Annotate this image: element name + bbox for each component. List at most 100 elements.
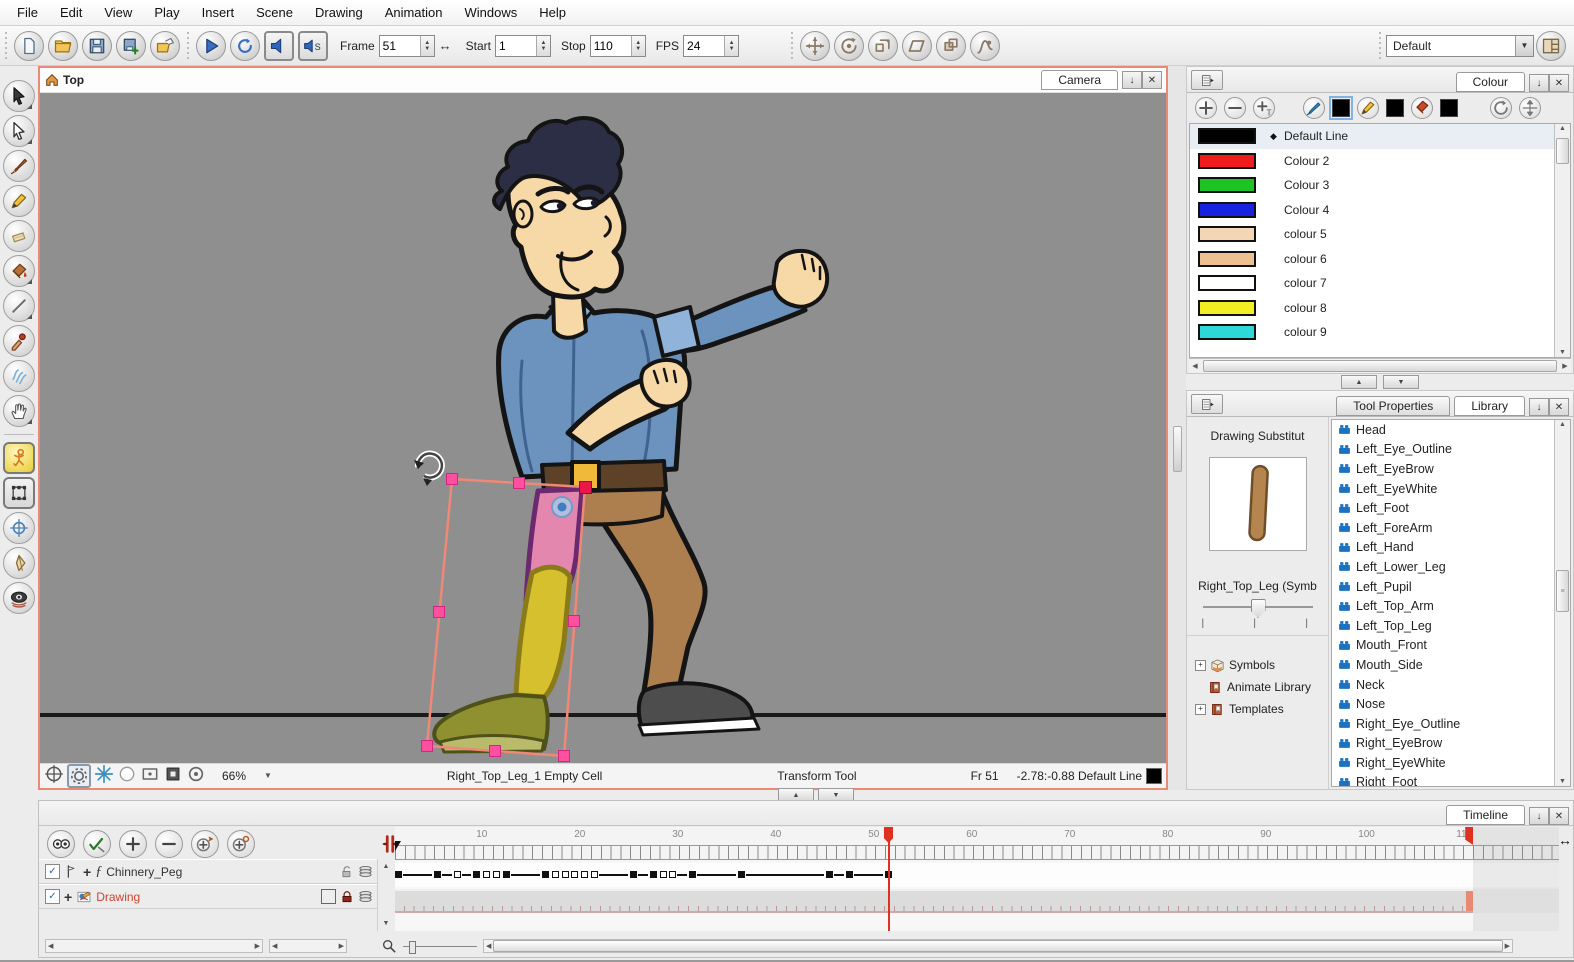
workspace-layout-icon[interactable] [1536,31,1566,61]
translate-button[interactable] [800,31,830,61]
flag-icon[interactable] [64,864,79,879]
show-hide-layers-icon[interactable] [47,830,75,858]
menu-animation[interactable]: Animation [374,1,454,24]
pencil-colour-icon[interactable] [1357,97,1379,119]
library-item[interactable]: Left_Top_Arm [1332,596,1570,616]
add-peg-icon[interactable] [227,830,255,858]
add-layer-icon[interactable] [119,830,147,858]
zoom-level[interactable]: 66% [222,769,246,783]
close-icon[interactable]: ✕ [1142,71,1162,89]
colour-override-box[interactable] [321,889,336,904]
library-item[interactable]: Right_EyeWhite [1332,753,1570,773]
tab-library[interactable]: Library [1454,396,1525,416]
keyframe-breakdown[interactable] [581,871,588,878]
motion-curve-button[interactable] [970,31,1000,61]
timeline-frame-area[interactable]: 102030405060708090100110 [395,827,1559,931]
library-item-list[interactable]: HeadLeft_Eye_OutlineLeft_EyeBrowLeft_Eye… [1331,419,1571,787]
pencil-tool[interactable] [3,185,35,217]
paint-colour-swatch[interactable] [1440,99,1458,117]
colour-chip[interactable] [1198,153,1256,169]
drawing-substitution-slider[interactable]: ▏▏▏ [1203,599,1313,625]
colour-list[interactable]: ◆Default LineColour 2Colour 3Colour 4col… [1189,123,1571,358]
paint-tool[interactable] [3,255,35,287]
hand-tool[interactable] [3,395,35,427]
library-item[interactable]: Left_Foot [1332,498,1570,518]
tree-item-templates[interactable]: +Templates [1195,698,1328,720]
brush-tool[interactable] [3,150,35,182]
colour-chip[interactable] [1198,226,1256,242]
library-item[interactable]: Left_Lower_Leg [1332,557,1570,577]
library-item[interactable]: Right_EyeBrow [1332,734,1570,754]
colour-hscrollbar[interactable]: ◀ ▶ [1189,358,1571,373]
colour-row[interactable]: colour 9 [1190,320,1570,345]
timeline-layer-row[interactable]: ✓+ƒChinnery_Peg [39,859,377,884]
scroll-down-icon[interactable]: ▼ [383,920,390,927]
render-gear-icon[interactable] [67,764,91,788]
frame-input[interactable] [380,36,420,56]
keyframe-key[interactable] [395,871,402,878]
library-item[interactable]: Mouth_Front [1332,636,1570,656]
library-item[interactable]: Left_Pupil [1332,577,1570,597]
scroll-down-icon[interactable]: ▼ [1559,349,1566,356]
panel-float-icon[interactable]: ↓ [1529,807,1549,825]
layer-name[interactable]: Drawing [96,890,140,904]
scroll-left-icon[interactable]: ◀ [1189,363,1201,370]
expander-icon[interactable]: + [1195,660,1206,671]
keyframe-breakdown[interactable] [562,871,569,878]
layers-stack-icon[interactable] [358,864,373,879]
library-item[interactable]: Left_EyeBrow [1332,459,1570,479]
start-spinner[interactable]: ▲▼ [495,35,551,57]
colour-chip[interactable] [1198,202,1256,218]
workspace-select[interactable]: Default ▼ [1386,35,1534,57]
marquee-select-tool[interactable] [3,477,35,509]
colour-chip[interactable] [1198,275,1256,291]
colour-row[interactable]: colour 6 [1190,247,1570,272]
keyframe-breakdown[interactable] [660,871,667,878]
menu-help[interactable]: Help [528,1,577,24]
colour-chip[interactable] [1198,128,1256,144]
library-item[interactable]: Left_Eye_Outline [1332,440,1570,460]
save-button[interactable] [82,31,112,61]
new-file-button[interactable] [14,31,44,61]
edit-gradient-tool[interactable] [3,360,35,392]
library-item[interactable]: Mouth_Side [1332,655,1570,675]
paint-colour-icon[interactable] [1411,97,1433,119]
select-tool[interactable] [3,80,35,112]
tree-item-animate-library[interactable]: Animate Library [1195,676,1328,698]
brush-colour-swatch[interactable] [1332,99,1350,117]
spinner-arrows-icon[interactable]: ▲▼ [536,36,550,56]
delete-layer-icon[interactable] [155,830,183,858]
library-item[interactable]: Neck [1332,675,1570,695]
reshape-tool[interactable] [3,547,35,579]
sound-scrub-button[interactable]: S [298,31,328,61]
library-item[interactable]: Left_Top_Leg [1332,616,1570,636]
translate-view-tool[interactable] [3,512,35,544]
drawing-exposure-track[interactable] [395,889,1559,913]
tab-tool-properties[interactable]: Tool Properties [1336,396,1450,416]
contour-editor-tool[interactable] [3,115,35,147]
scroll-right-icon[interactable]: ▶ [1559,363,1571,370]
layers-stack-icon[interactable] [358,889,373,904]
colour-row[interactable]: Colour 4 [1190,198,1570,223]
slider-thumb[interactable] [1251,599,1266,618]
timeline-layer-row[interactable]: ✓+Drawing [39,884,377,909]
menu-scene[interactable]: Scene [245,1,304,24]
resize-frames-icon[interactable]: ↔ [1558,833,1572,847]
scroll-down-icon[interactable]: ▼ [1559,778,1566,785]
eraser-tool[interactable] [3,220,35,252]
drawing-preview[interactable] [1209,457,1307,551]
keyframe-key[interactable] [650,871,657,878]
stop-spinner[interactable]: ▲▼ [590,35,646,57]
layer-scrollbar[interactable]: ▲ ▼ [377,859,394,931]
maintain-size-button[interactable] [936,31,966,61]
stop-input[interactable] [591,36,631,56]
edit-colour-icon[interactable]: T [1253,97,1275,119]
colour-row[interactable]: Colour 2 [1190,149,1570,174]
skew-button[interactable] [902,31,932,61]
colour-chip[interactable] [1198,251,1256,267]
fps-spinner[interactable]: ▲▼ [683,35,739,57]
toolbar-grip[interactable] [1377,32,1383,60]
panel-float-icon[interactable]: ↓ [1529,398,1549,416]
scale-button[interactable] [868,31,898,61]
menu-file[interactable]: File [6,1,49,24]
